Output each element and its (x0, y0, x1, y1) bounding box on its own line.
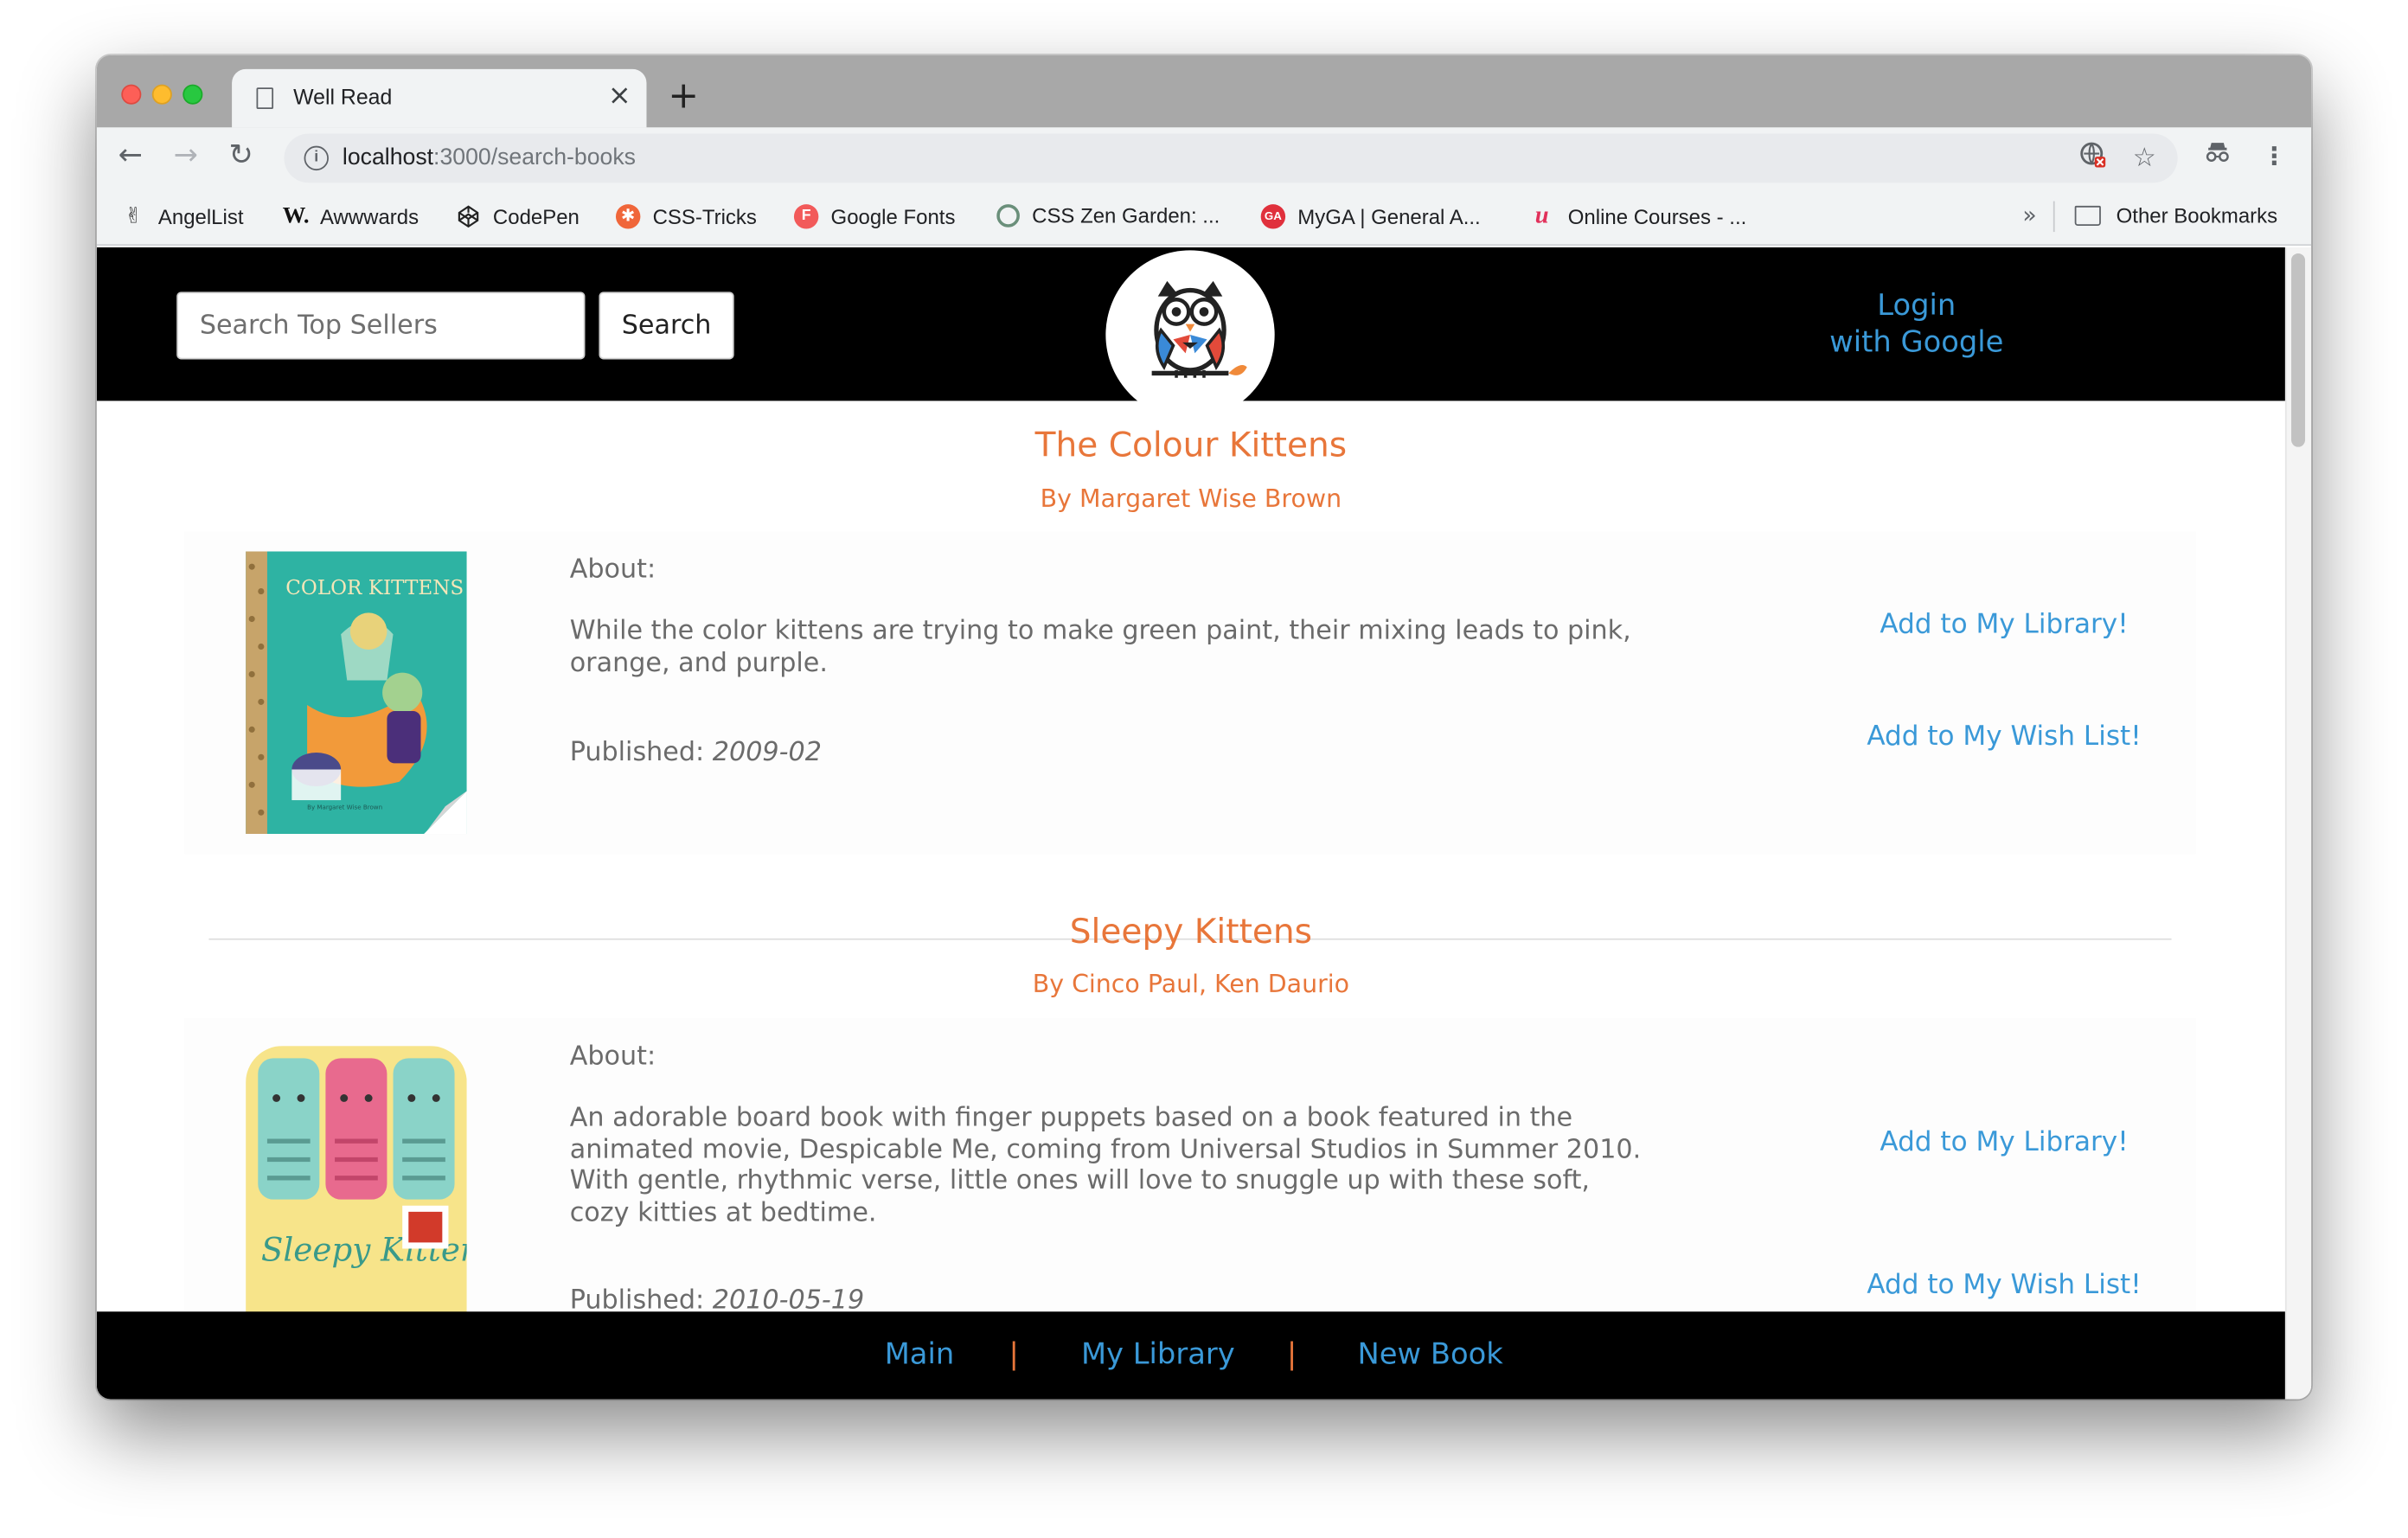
footer-separator: | (1286, 1337, 1297, 1372)
bookmark-label: MyGA | General A... (1297, 205, 1481, 228)
site-header: Search Top Sellers Search Login with Goo… (96, 247, 2285, 420)
bookmark-online-courses[interactable]: u Online Courses - ... (1528, 202, 1747, 229)
bookmark-label: Google Fonts (830, 205, 956, 228)
site-info-icon[interactable]: i (304, 145, 329, 171)
kebab-menu-icon[interactable]: ⋮ (2262, 140, 2286, 174)
other-bookmarks-label: Other Bookmarks (2116, 204, 2278, 227)
bookmark-google-fonts[interactable]: F Google Fonts (793, 204, 956, 229)
owl-icon (1151, 280, 1247, 378)
google-fonts-f-icon: F (793, 204, 819, 229)
search-input[interactable] (176, 292, 586, 360)
book-title[interactable]: The Colour Kittens (97, 427, 2285, 465)
forward-arrow-icon[interactable]: → (174, 137, 198, 174)
footer-link-new-book[interactable]: New Book (1358, 1337, 1503, 1371)
bookmark-label: CodePen (492, 205, 580, 228)
udemy-u-icon: u (1534, 202, 1549, 229)
book-title[interactable]: Sleepy Kittens (97, 913, 2285, 952)
book-cover-image[interactable]: COLOR KITTENS By Margaret Wise Brown (246, 551, 467, 835)
close-window-button[interactable] (121, 84, 142, 105)
ga-badge-icon: GA (1260, 204, 1286, 229)
about-label: About: (569, 554, 656, 586)
tab-title: Well Read (293, 84, 393, 110)
active-tab[interactable]: Well Read × (232, 68, 647, 128)
book-description: While the color kittens are trying to ma… (569, 615, 1631, 678)
page-viewport: The Colour Kittens By Margaret Wise Brow… (96, 247, 2312, 1400)
footer-link-my-library[interactable]: My Library (1081, 1337, 1235, 1371)
other-bookmarks-folder[interactable]: Other Bookmarks (2074, 204, 2278, 227)
add-to-library-link[interactable]: Add to My Library! (1782, 610, 2227, 641)
owl-logo[interactable] (1105, 250, 1275, 420)
url-path: :3000/search-books (433, 144, 636, 171)
bookmark-css-zen-garden[interactable]: CSS Zen Garden: ... (996, 204, 1220, 227)
bookmark-label: Awwwards (319, 205, 419, 228)
bookmarks-bar: ✌ AngelList W. Awwwards CodePen ✱ CSS-Tr… (96, 189, 2312, 247)
add-to-wishlist-link[interactable]: Add to My Wish List! (1782, 721, 2227, 753)
book-description: An adorable board book with finger puppe… (569, 1102, 1642, 1228)
add-to-wishlist-link[interactable]: Add to My Wish List! (1782, 1270, 2227, 1301)
address-bar[interactable]: i localhost:3000/search-books ☆ (284, 133, 2178, 183)
book-author: By Cinco Paul, Ken Daurio (1032, 969, 1350, 999)
login-line-1: Login (1877, 288, 1956, 323)
published-label: Published: (569, 737, 705, 768)
bookmarks-overflow-chevron-icon[interactable]: » (2022, 202, 2036, 229)
zen-garden-circle-icon (996, 204, 1020, 227)
reload-icon[interactable]: ↻ (229, 137, 253, 174)
svg-text:COLOR KITTENS: COLOR KITTENS (285, 577, 464, 599)
bookmark-star-icon[interactable]: ☆ (2133, 141, 2156, 175)
url-text[interactable]: localhost:3000/search-books (343, 144, 636, 170)
screenshot-stage: Well Read × + ← → ↻ i localhost:3000/sea… (0, 0, 2408, 1538)
tab-strip: Well Read × + (96, 54, 2312, 128)
page-icon (256, 87, 274, 110)
book-author: By Margaret Wise Brown (1040, 484, 1342, 514)
url-host: localhost (342, 144, 434, 171)
bookmark-myga[interactable]: GA MyGA | General A... (1260, 204, 1481, 229)
browser-window: Well Read × + ← → ↻ i localhost:3000/sea… (96, 54, 2312, 1400)
add-to-library-link[interactable]: Add to My Library! (1782, 1127, 2227, 1158)
published-date: 2009-02 (712, 737, 822, 768)
svg-text:By Margaret Wise Brown: By Margaret Wise Brown (307, 804, 382, 811)
blocked-content-icon[interactable] (2079, 141, 2107, 178)
zoom-window-button[interactable] (183, 84, 203, 105)
folder-icon (2074, 205, 2101, 226)
scrollbar-thumb[interactable] (2291, 253, 2306, 447)
incognito-extension-icon[interactable] (2204, 140, 2232, 174)
minimize-window-button[interactable] (151, 84, 172, 105)
site-footer: Main | My Library | New Book (96, 1311, 2285, 1400)
book-cover-image[interactable]: Sleepy Kittens (246, 1046, 467, 1354)
bookmark-label: CSS-Tricks (652, 205, 757, 228)
bookmark-label: Online Courses - ... (1567, 205, 1747, 228)
search-button[interactable]: Search (599, 292, 734, 360)
footer-link-main[interactable]: Main (885, 1337, 955, 1371)
published-info: Published: 2009-02 (570, 737, 822, 768)
tab-close-icon[interactable]: × (608, 80, 631, 113)
bookmark-awwwards[interactable]: W. Awwwards (283, 204, 419, 228)
new-tab-button[interactable]: + (668, 75, 699, 115)
footer-separator: | (1009, 1337, 1019, 1372)
about-label: About: (569, 1041, 656, 1073)
browser-toolbar: ← → ↻ i localhost:3000/search-books ☆ ⋮ (96, 127, 2312, 189)
bookmark-codepen[interactable]: CodePen (456, 204, 580, 228)
bookmark-angellist[interactable]: ✌ AngelList (121, 204, 243, 228)
book-card: COLOR KITTENS By Margaret Wise Brown Abo… (184, 531, 2196, 855)
back-arrow-icon[interactable]: ← (118, 137, 143, 174)
codepen-cube-icon (456, 204, 480, 228)
vertical-scrollbar[interactable] (2284, 247, 2312, 1400)
login-line-2: with Google (1829, 325, 2004, 360)
bookmark-label: AngelList (157, 205, 244, 228)
bookmark-css-tricks[interactable]: ✱ CSS-Tricks (615, 204, 757, 229)
peace-hand-icon: ✌ (125, 204, 143, 229)
awwwards-w-icon: W. (282, 204, 310, 229)
css-tricks-star-icon: ✱ (615, 204, 641, 229)
bookmark-label: CSS Zen Garden: ... (1032, 204, 1220, 227)
login-with-google-link[interactable]: Login with Google (1740, 287, 2093, 361)
bookmarks-divider (2053, 201, 2055, 233)
